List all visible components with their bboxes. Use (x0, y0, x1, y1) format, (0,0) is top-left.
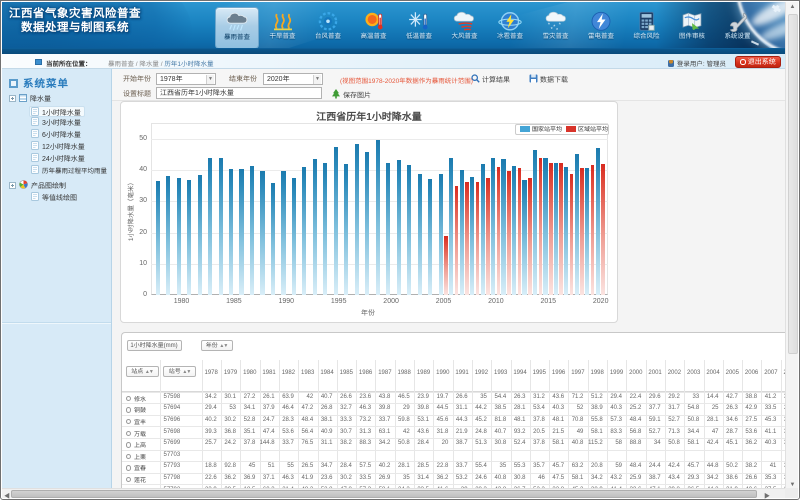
svg-text:*: * (553, 24, 555, 30)
svg-text:*: * (550, 27, 552, 32)
svg-text:*: * (556, 28, 558, 32)
svg-text:*: * (558, 23, 560, 29)
svg-text:*: * (547, 23, 549, 29)
